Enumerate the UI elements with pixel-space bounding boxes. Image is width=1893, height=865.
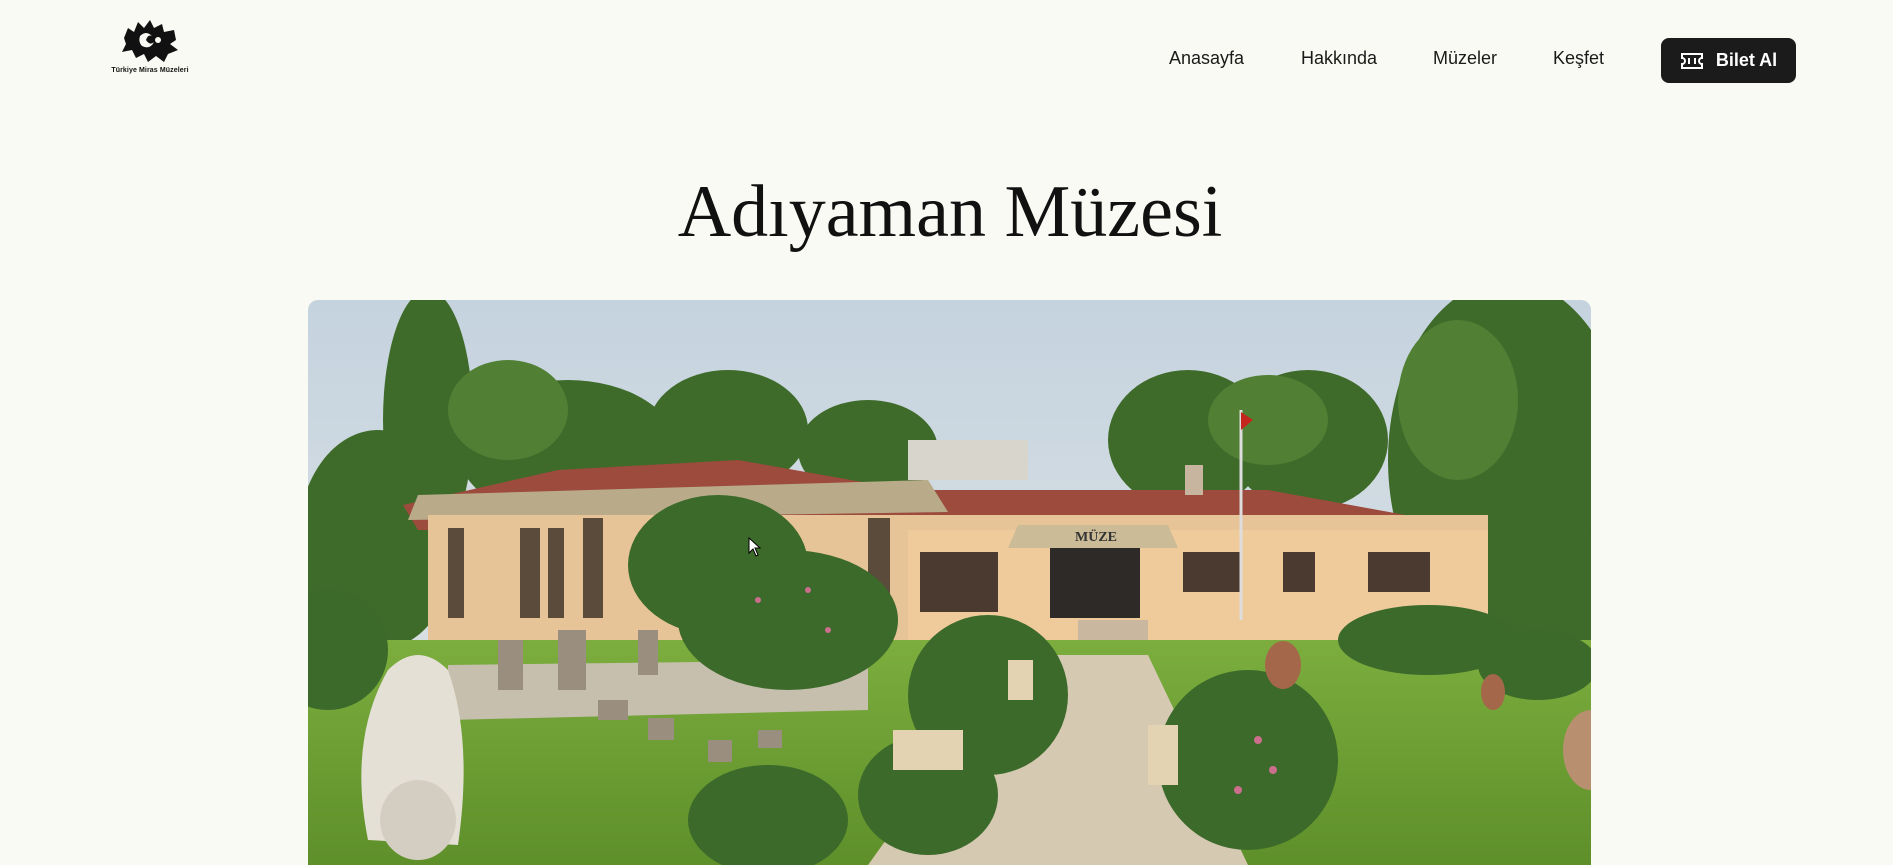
site-header: Türkiye Miras Müzeleri Anasayfa Hakkında… xyxy=(0,0,1893,120)
logo-text: Türkiye Miras Müzeleri xyxy=(111,67,189,74)
museum-photo: MÜZE xyxy=(308,300,1591,865)
site-logo[interactable]: Türkiye Miras Müzeleri xyxy=(108,18,192,80)
nav-link-home[interactable]: Anasayfa xyxy=(1169,38,1244,79)
buy-ticket-label: Bilet Al xyxy=(1715,50,1778,70)
nav-link-explore[interactable]: Keşfet xyxy=(1553,38,1604,79)
buy-ticket-button[interactable]: Bilet Al xyxy=(1661,38,1796,83)
nav-link-museums[interactable]: Müzeler xyxy=(1433,38,1497,79)
ticket-icon xyxy=(1680,52,1703,69)
mouse-cursor-icon xyxy=(748,537,762,557)
museum-photo-illustration: MÜZE xyxy=(308,300,1591,865)
museum-sign: MÜZE xyxy=(1075,528,1117,545)
page-title: Adıyaman Müzesi xyxy=(677,171,1223,253)
turkey-map-logo-icon xyxy=(122,20,178,62)
nav-link-about[interactable]: Hakkında xyxy=(1301,38,1377,79)
